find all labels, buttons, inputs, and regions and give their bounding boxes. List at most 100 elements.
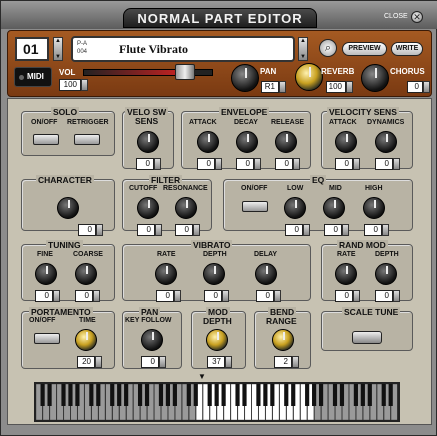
rand-mod-rate-knob[interactable] (335, 263, 357, 285)
envelope-attack-knob[interactable] (197, 131, 219, 153)
midi-indicator[interactable]: MIDI (14, 67, 52, 87)
rand-mod-rate-value[interactable]: 0 (335, 290, 360, 302)
vibrato-rate-knob[interactable] (155, 263, 177, 285)
vibrato-delay-knob[interactable] (255, 263, 277, 285)
eq-onoff-toggle[interactable] (242, 201, 268, 212)
black-key[interactable] (270, 384, 275, 406)
filter-resonance-knob[interactable] (175, 197, 197, 219)
black-key[interactable] (367, 384, 372, 406)
volume-slider-thumb[interactable] (175, 64, 196, 80)
reverb-knob[interactable] (295, 63, 323, 91)
black-key[interactable] (360, 384, 365, 406)
preview-button[interactable]: PREVIEW (342, 42, 387, 56)
velocity-dynamics-value[interactable]: 0 (375, 158, 400, 170)
bend-range-knob[interactable] (272, 329, 294, 351)
eq-mid-knob[interactable] (323, 197, 345, 219)
black-key[interactable] (332, 384, 338, 406)
part-spinner[interactable] (53, 37, 63, 61)
close-icon[interactable]: ✕ (411, 11, 423, 23)
envelope-decay-value[interactable]: 0 (236, 158, 261, 170)
vibrato-depth-knob[interactable] (203, 263, 225, 285)
envelope-release-knob[interactable] (275, 131, 297, 153)
bend-range-value[interactable]: 2 (274, 356, 299, 368)
mod-depth-value[interactable]: 37 (207, 356, 232, 368)
filter-cutoff-knob[interactable] (137, 197, 159, 219)
eq-low-knob[interactable] (284, 197, 306, 219)
vibrato-delay-value[interactable]: 0 (256, 290, 281, 302)
black-key[interactable] (207, 384, 212, 406)
black-key[interactable] (221, 384, 226, 406)
black-key[interactable] (110, 384, 115, 406)
velo-sw-sens-knob[interactable] (137, 131, 159, 153)
black-key[interactable] (263, 384, 268, 406)
black-key[interactable] (158, 384, 164, 406)
rand-mod-depth-value[interactable]: 0 (375, 290, 400, 302)
keyboard-keys[interactable] (35, 383, 398, 421)
reverb-value[interactable]: 100 (326, 81, 353, 93)
black-key[interactable] (353, 384, 358, 406)
portamento-time-value[interactable]: 20 (77, 356, 102, 368)
envelope-release-value[interactable]: 0 (275, 158, 300, 170)
volume-value[interactable]: 100 (59, 79, 88, 91)
pan-key-follow-knob[interactable] (141, 329, 163, 351)
tuning-coarse-value[interactable]: 0 (75, 290, 100, 302)
part-number-field[interactable]: 01 (15, 37, 49, 61)
eq-high-value[interactable]: 0 (364, 224, 389, 236)
filter-resonance-value[interactable]: 0 (175, 224, 200, 236)
patch-display[interactable]: P-A 004 Flute Vibrato (71, 36, 295, 62)
pan-knob[interactable] (231, 64, 259, 92)
pan-value[interactable]: R1 (261, 81, 286, 93)
tuning-fine-value[interactable]: 0 (35, 290, 60, 302)
rand-mod-depth-knob[interactable] (375, 263, 397, 285)
velocity-attack-value[interactable]: 0 (335, 158, 360, 170)
scale-tune-button[interactable] (352, 331, 382, 344)
pan-key-follow-value[interactable]: 0 (141, 356, 166, 368)
chorus-value[interactable]: 0 (407, 81, 430, 93)
portamento-time-knob[interactable] (75, 329, 97, 351)
black-key[interactable] (284, 384, 289, 406)
portamento-onoff-toggle[interactable] (34, 333, 60, 344)
black-key[interactable] (144, 384, 150, 406)
black-key[interactable] (305, 384, 310, 406)
envelope-attack-value[interactable]: 0 (197, 158, 222, 170)
black-key[interactable] (47, 384, 52, 406)
eq-low-value[interactable]: 0 (285, 224, 310, 236)
velocity-attack-knob[interactable] (335, 131, 357, 153)
eq-mid-value[interactable]: 0 (324, 224, 349, 236)
vibrato-rate-value[interactable]: 0 (156, 290, 181, 302)
mod-depth-knob[interactable] (206, 329, 228, 351)
write-button[interactable]: WRITE (391, 42, 423, 56)
patch-spinner[interactable] (298, 37, 308, 61)
black-key[interactable] (193, 384, 198, 406)
black-key[interactable] (117, 384, 122, 406)
black-key[interactable] (40, 384, 45, 406)
tuning-fine-knob[interactable] (35, 263, 57, 285)
filter-cutoff-value[interactable]: 0 (137, 224, 162, 236)
black-key[interactable] (89, 384, 94, 406)
black-key[interactable] (137, 384, 143, 406)
envelope-decay-knob[interactable] (236, 131, 258, 153)
black-key[interactable] (172, 384, 177, 406)
black-key[interactable] (339, 384, 345, 406)
solo-onoff-toggle[interactable] (33, 134, 59, 145)
character-knob[interactable] (57, 197, 79, 219)
velo-sw-sens-value[interactable]: 0 (136, 158, 161, 170)
black-key[interactable] (256, 384, 261, 406)
chorus-knob[interactable] (361, 64, 389, 92)
black-key[interactable] (242, 384, 247, 406)
black-key[interactable] (214, 384, 219, 406)
keyboard[interactable] (34, 382, 400, 422)
black-key[interactable] (96, 384, 101, 406)
eq-high-knob[interactable] (363, 197, 385, 219)
black-key[interactable] (381, 384, 386, 406)
black-key[interactable] (61, 384, 66, 406)
black-key[interactable] (124, 384, 129, 406)
black-key[interactable] (165, 384, 171, 406)
black-key[interactable] (312, 384, 317, 406)
vibrato-depth-value[interactable]: 0 (204, 290, 229, 302)
black-key[interactable] (68, 384, 73, 406)
black-key[interactable] (318, 384, 324, 406)
black-key[interactable] (388, 384, 393, 406)
search-icon[interactable]: ⌕ (319, 39, 337, 57)
velocity-dynamics-knob[interactable] (375, 131, 397, 153)
